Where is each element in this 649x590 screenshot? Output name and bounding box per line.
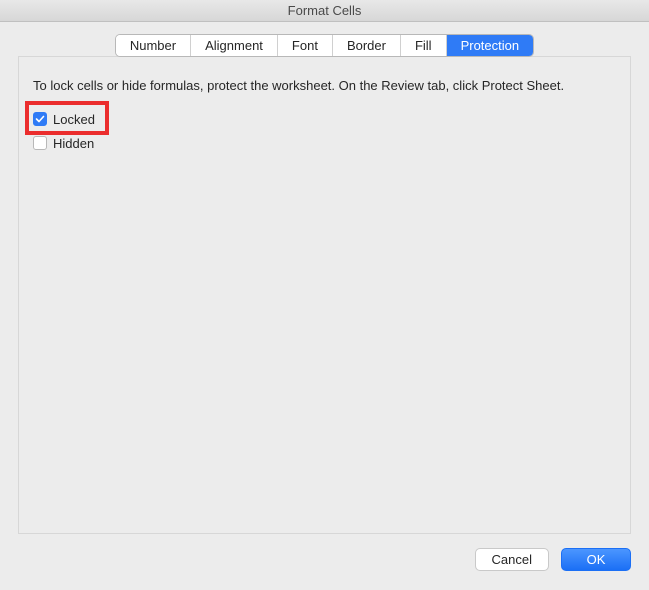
option-row-locked: Locked [33,109,616,129]
window-title: Format Cells [288,3,362,18]
tab-protection[interactable]: Protection [447,35,534,56]
checkbox-locked[interactable] [33,112,47,126]
checkbox-hidden[interactable] [33,136,47,150]
ok-button[interactable]: OK [561,548,631,571]
checkmark-icon [35,114,45,124]
content-panel: To lock cells or hide formulas, protect … [18,56,631,534]
option-row-hidden: Hidden [33,133,616,153]
tab-fill[interactable]: Fill [401,35,447,56]
button-row: Cancel OK [0,534,649,571]
dialog-body: Number Alignment Font Border Fill Protec… [0,22,649,534]
window-titlebar: Format Cells [0,0,649,22]
tab-alignment[interactable]: Alignment [191,35,278,56]
label-hidden: Hidden [53,136,94,151]
instruction-text: To lock cells or hide formulas, protect … [33,77,616,95]
tab-bar: Number Alignment Font Border Fill Protec… [18,34,631,57]
tab-bar-inner: Number Alignment Font Border Fill Protec… [115,34,534,57]
label-locked: Locked [53,112,95,127]
tab-number[interactable]: Number [116,35,191,56]
tab-font[interactable]: Font [278,35,333,56]
tab-border[interactable]: Border [333,35,401,56]
cancel-button[interactable]: Cancel [475,548,549,571]
